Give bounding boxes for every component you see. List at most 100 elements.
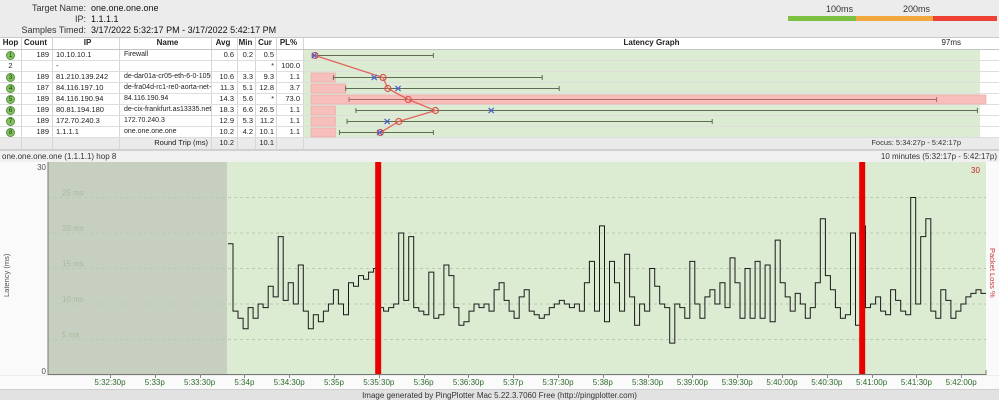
cur-cell: 26.5 xyxy=(256,105,277,115)
hop-row-8[interactable]: 8 189 1.1.1.1 one.one.one.one 10.2 4.2 10.1 1.1 xyxy=(0,127,999,138)
hop-badge: 4 xyxy=(6,84,15,93)
min-cell: 5.6 xyxy=(238,94,256,104)
packet-loss-cell: 100.0 xyxy=(277,61,304,71)
timeline-target-title: one.one.one.one (1.1.1.1) hop 8 xyxy=(2,152,117,161)
time-tick-label: 5:39:00p xyxy=(676,378,708,387)
round-trip-cur: 10.1 xyxy=(256,138,277,149)
time-tick-label: 5:36:30p xyxy=(452,378,484,387)
name-cell: 172.70.240.3 xyxy=(120,116,212,126)
svg-text:10 ms: 10 ms xyxy=(62,295,84,304)
hop-number-cell: 3 xyxy=(0,72,22,82)
count-cell xyxy=(22,61,53,71)
avg-cell: 0.6 xyxy=(212,50,238,60)
packet-loss-cell: 3.7 xyxy=(277,83,304,93)
latency-graph-cell xyxy=(304,50,999,60)
samples-value: 3/17/2022 5:32:17 PM - 3/17/2022 5:42:17… xyxy=(91,25,277,35)
name-cell: de-dar01a-cr05-eth-6-0-1050. xyxy=(120,72,212,82)
target-name-row: Target Name: one.one.one.one xyxy=(0,3,400,14)
svg-text:20 ms: 20 ms xyxy=(62,224,84,233)
ip-cell: 81.210.139.242 xyxy=(53,72,120,82)
time-tick-label: 5:32:30p xyxy=(94,378,126,387)
hop-row-1[interactable]: 1 189 10.10.10.1 Firewall 0.6 0.2 0.5 xyxy=(0,50,999,61)
samples-label: Samples Timed: xyxy=(21,25,86,35)
time-tick-label: 5:39:30p xyxy=(721,378,753,387)
hop-row-6[interactable]: 6 189 80.81.194.180 de-cix-frankfurt.as1333… xyxy=(0,105,999,116)
hop-row-2[interactable]: 2 - * 100.0 xyxy=(0,61,999,72)
count-cell: 187 xyxy=(22,83,53,93)
latency-graph-header: Latency Graph 97ms xyxy=(304,38,999,49)
min-cell: 4.2 xyxy=(238,127,256,137)
samples-row: Samples Timed: 3/17/2022 5:32:17 PM - 3/… xyxy=(0,25,400,36)
y-axis-title: Latency (ms) xyxy=(2,253,11,297)
svg-text:5 ms: 5 ms xyxy=(62,331,79,340)
latency-color-legend: 100ms 200ms xyxy=(788,4,997,24)
latency-graph-scale-label: 97ms xyxy=(941,38,961,47)
time-tick-label: 5:38p xyxy=(592,378,613,387)
latency-graph-title: Latency Graph xyxy=(623,38,680,47)
avg-cell: 14.3 xyxy=(212,94,238,104)
hop-badge: 8 xyxy=(6,128,15,137)
column-header-name[interactable]: Name xyxy=(120,38,212,49)
column-header-count[interactable]: Count xyxy=(22,38,53,49)
target-name-label: Target Name: xyxy=(31,3,86,13)
trace-table: Hop Count IP Name Avg Min Cur PL% Latency Graph… xyxy=(0,38,999,150)
time-tick-label: 5:41:00p xyxy=(856,378,888,387)
ip-cell: 1.1.1.1 xyxy=(53,127,120,137)
ip-row: IP: 1.1.1.1 xyxy=(0,14,400,25)
hop-row-5[interactable]: 5 189 84.116.190.94 84.116.190.94 14.3 5.6 * 73… xyxy=(0,94,999,105)
name-cell: de-fra04d-rc1-re0-aorta-net-ae xyxy=(120,83,212,93)
column-header-ip[interactable]: IP xyxy=(53,38,120,49)
timeline-plot-svg[interactable]: 5 ms 10 ms 15 ms 20 ms 25 ms xyxy=(0,162,999,375)
latency-graph-cell xyxy=(304,105,999,115)
timeline-plot-area[interactable]: 5 ms 10 ms 15 ms 20 ms 25 ms xyxy=(0,162,999,375)
svg-text:15 ms: 15 ms xyxy=(62,260,84,269)
hop-row-3[interactable]: 3 189 81.210.139.242 de-dar01a-cr05-eth-6-0… xyxy=(0,72,999,83)
hop-row-4[interactable]: 4 187 84.116.197.10 de-fra04d-rc1-re0-aorta… xyxy=(0,83,999,94)
hop-number-cell: 5 xyxy=(0,94,22,104)
avg-cell: 11.3 xyxy=(212,83,238,93)
hop-badge: 3 xyxy=(6,73,15,82)
hop-badge: 7 xyxy=(6,117,15,126)
time-tick-label: 5:38:30p xyxy=(632,378,664,387)
cur-cell: 10.1 xyxy=(256,127,277,137)
min-cell: 0.2 xyxy=(238,50,256,60)
hop-number-cell: 8 xyxy=(0,127,22,137)
column-header-cur[interactable]: Cur xyxy=(256,38,277,49)
time-tick-label: 5:34p xyxy=(234,378,255,387)
latency-graph-cell xyxy=(304,94,999,104)
target-name-value: one.one.one.one xyxy=(91,3,159,13)
avg-cell: 12.9 xyxy=(212,116,238,126)
y-axis-min-label: 0 xyxy=(41,367,46,376)
column-header-avg[interactable]: Avg xyxy=(212,38,238,49)
ip-label: IP: xyxy=(74,14,86,24)
min-cell: 5.3 xyxy=(238,116,256,126)
column-header-hop[interactable]: Hop xyxy=(0,38,22,49)
min-cell: 6.6 xyxy=(238,105,256,115)
pingplotter-window: Target Name: one.one.one.one IP: 1.1.1.1… xyxy=(0,0,999,400)
hop-row-7[interactable]: 7 189 172.70.240.3 172.70.240.3 12.9 5.3 11.2 1… xyxy=(0,116,999,127)
svg-text:25 ms: 25 ms xyxy=(62,189,84,198)
ip-cell: - xyxy=(53,61,120,71)
cur-cell: 11.2 xyxy=(256,116,277,126)
ip-cell: 10.10.10.1 xyxy=(53,50,120,60)
legend-red-segment xyxy=(933,16,997,21)
count-cell: 189 xyxy=(22,72,53,82)
packet-loss-axis-title: Packet Loss % xyxy=(988,248,997,298)
time-tick-label: 5:33p xyxy=(144,378,165,387)
column-header-pl[interactable]: PL% xyxy=(277,38,304,49)
cur-cell: * xyxy=(256,61,277,71)
latency-graph-cell xyxy=(304,116,999,126)
name-cell: 84.116.190.94 xyxy=(120,94,212,104)
time-tick-label: 5:34:30p xyxy=(273,378,305,387)
ip-cell: 80.81.194.180 xyxy=(53,105,120,115)
count-cell: 189 xyxy=(22,94,53,104)
hop-number-cell: 7 xyxy=(0,116,22,126)
hop-number-cell: 2 xyxy=(0,61,22,71)
avg-cell xyxy=(212,61,238,71)
legend-orange-segment xyxy=(856,16,933,21)
column-header-min[interactable]: Min xyxy=(238,38,256,49)
cur-cell: 0.5 xyxy=(256,50,277,60)
packet-loss-cell xyxy=(277,50,304,60)
cur-cell: * xyxy=(256,94,277,104)
name-cell: Firewall xyxy=(120,50,212,60)
